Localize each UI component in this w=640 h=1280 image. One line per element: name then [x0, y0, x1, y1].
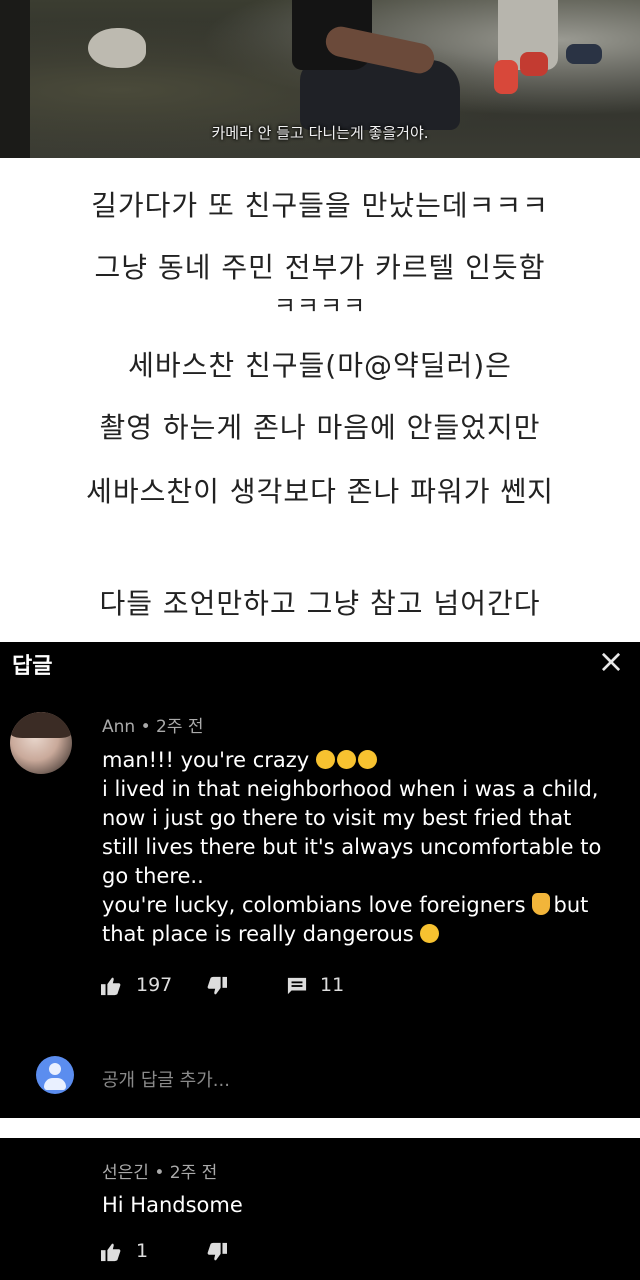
red-shoe: [494, 60, 518, 94]
like-count: 197: [136, 974, 173, 996]
video-subtitle: 카메라 안 들고 다니는게 좋을거야.: [211, 124, 429, 142]
comment-meta: 선은긴 • 2주 전: [102, 1163, 218, 1183]
comment-line: still lives there but it's always uncomf…: [102, 835, 602, 859]
red-shoe: [520, 52, 548, 76]
pensive-emoji-icon: [420, 924, 440, 943]
grin-emoji-icon: [336, 750, 356, 769]
add-reply-input[interactable]: 공개 답글 추가...: [102, 1066, 230, 1092]
caption-line: 길가다가 또 친구들을 만났는데ㅋㅋㅋ: [91, 189, 549, 222]
dark-shoe: [566, 44, 602, 64]
caption-line: 세바스찬 친구들(마@약딜러)은: [128, 349, 512, 382]
comment-actions: 1: [100, 1238, 300, 1268]
caption-line: 그냥 동네 주민 전부가 카르텔 인듯함: [94, 251, 546, 284]
user-avatar-icon: [36, 1056, 74, 1094]
comment-text: you're lucky, colombians love foreigners: [102, 893, 526, 917]
comment-line: that place is really dangerous: [102, 920, 622, 949]
caption-line: 세바스찬이 생각보다 존나 파워가 쎈지: [86, 475, 554, 508]
reply-icon[interactable]: [286, 976, 308, 996]
caption-line: ㅋㅋㅋㅋ: [273, 292, 367, 320]
comment-actions: 197 11: [100, 972, 400, 1002]
thumbs-up-icon[interactable]: [100, 1242, 122, 1262]
grin-emoji-icon: [315, 750, 335, 769]
comment-line: now i just go there to visit my best fri…: [102, 806, 572, 830]
avatar[interactable]: [10, 712, 72, 774]
reply-panel: 답글 × Ann • 2주 전 man!!! you're crazy i li…: [0, 642, 640, 1118]
comment-line: you're lucky, colombians love foreigners…: [102, 891, 622, 920]
caption-line: 촬영 하는게 존나 마음에 안들었지만: [99, 411, 541, 444]
comment-text: man!!! you're crazy: [102, 748, 310, 772]
second-comment: 선은긴 • 2주 전 Hi Handsome 1: [0, 1138, 640, 1280]
comment-text: Hi Handsome: [102, 1193, 243, 1217]
like-count: 1: [136, 1240, 149, 1262]
comment-text: that place is really dangerous: [102, 922, 414, 946]
comment-text: but: [553, 893, 589, 917]
caption-block: 길가다가 또 친구들을 만났는데ㅋㅋㅋ 그냥 동네 주민 전부가 카르텔 인듯함…: [0, 158, 640, 642]
thumbs-up-icon[interactable]: [100, 976, 122, 996]
reply-count: 11: [320, 974, 345, 996]
thumbs-down-icon[interactable]: [206, 976, 228, 996]
comment-meta: Ann • 2주 전: [102, 717, 204, 737]
rock-image: [88, 28, 146, 68]
grin-emoji-icon: [357, 750, 377, 769]
video-frame: 카메라 안 들고 다니는게 좋을거야.: [0, 0, 640, 158]
comment-line: man!!! you're crazy: [102, 746, 622, 775]
comment-line: go there..: [102, 864, 204, 888]
thumbs-down-icon[interactable]: [206, 1242, 228, 1262]
person-jeans: [300, 60, 460, 130]
comment-line: i lived in that neighborhood when i was …: [102, 777, 599, 801]
ok-hand-emoji-icon: [531, 893, 550, 915]
close-icon[interactable]: ×: [596, 642, 626, 680]
panel-title: 답글: [12, 654, 53, 679]
avatar-hair: [10, 712, 72, 738]
separator: [0, 1118, 640, 1138]
caption-line: 다들 조언만하고 그냥 참고 넘어간다: [99, 587, 541, 620]
comment-body: man!!! you're crazy i lived in that neig…: [102, 746, 622, 949]
